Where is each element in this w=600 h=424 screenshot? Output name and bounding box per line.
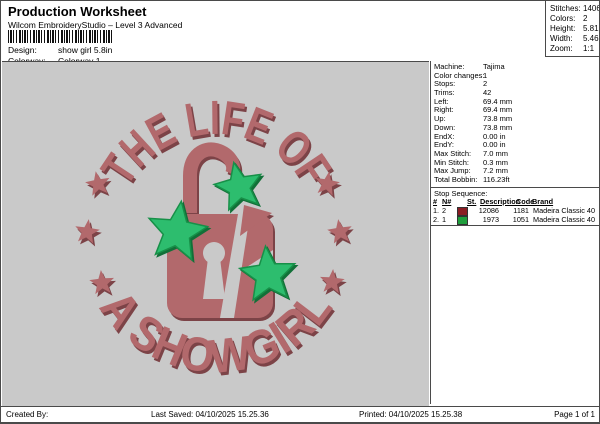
- machine-info-panel: Machine: Tajima Color changes: 1 Stops: 2 T…: [430, 61, 599, 404]
- stat-label: Zoom:: [550, 44, 573, 53]
- machine-label: Total Bobbin:: [434, 174, 478, 184]
- machine-label: Trims:: [434, 88, 455, 98]
- panel-divider: [431, 186, 599, 188]
- col-header-stitches: St.: [467, 196, 477, 206]
- machine-row: Color changes: 1: [434, 70, 599, 81]
- machine-value: 116.23ft: [483, 174, 510, 184]
- stat-label: Stitches:: [550, 4, 581, 13]
- stat-label: Width:: [550, 34, 573, 43]
- small-star-icon: [327, 219, 352, 244]
- small-star-icon: [85, 171, 110, 196]
- page-number-label: Page 1 of 1: [554, 410, 595, 419]
- page-title: Production Worksheet: [8, 4, 147, 19]
- stat-height: Height: 5.81 in: [550, 24, 599, 34]
- col-header-needle: N#: [442, 196, 452, 206]
- arc-text-top: THE LIFE OF: [92, 92, 340, 194]
- embroidery-artwork: THE LIFE OF A SHOWGIRL: [75, 92, 352, 384]
- design-label: Design:: [8, 45, 37, 55]
- machine-row: Up: 73.8 mm: [434, 114, 599, 124]
- design-value: show girl 5.8in: [58, 45, 113, 55]
- stat-value: 5.81 in: [583, 24, 599, 33]
- machine-row: Total Bobbin: 116.23ft: [434, 174, 599, 185]
- green-star-icon: [212, 160, 263, 212]
- stat-value: 2: [583, 14, 588, 23]
- production-worksheet-page: Production Worksheet Wilcom EmbroiderySt…: [0, 0, 600, 424]
- stop-row-num: 1.: [433, 205, 440, 215]
- stat-zoom: Zoom: 1:1: [550, 44, 599, 54]
- stat-colors: Colors: 2: [550, 14, 599, 24]
- col-header-num: #: [433, 196, 438, 206]
- machine-label: Left:: [434, 96, 449, 106]
- machine-row: Stops: 2: [434, 80, 599, 89]
- stop-row-brand: Madeira Classic 40: [533, 214, 596, 224]
- stat-stitches: Stitches:14061: [550, 4, 599, 14]
- stop-row-stitches: 1973: [482, 214, 499, 224]
- design-canvas: THE LIFE OF A SHOWGIRL: [2, 61, 429, 407]
- machine-label: Max Jump:: [434, 166, 471, 176]
- machine-label: Right:: [434, 105, 454, 115]
- stat-width: Width: 5.46 in: [550, 34, 599, 44]
- machine-label: Max Stitch:: [434, 148, 472, 158]
- stop-row-needle: 1: [442, 214, 447, 224]
- red-thread-layer: THE LIFE OF A SHOWGIRL: [75, 92, 352, 384]
- stat-value: 5.46 in: [583, 34, 599, 43]
- created-by-label: Created By:: [6, 410, 49, 419]
- stop-sequence-table: # N# St. Description Code Brand 1. 2 120…: [431, 196, 599, 226]
- small-star-icon: [320, 269, 345, 294]
- stop-row-needle: 2: [442, 205, 447, 215]
- machine-row: EndX: 0.00 in: [434, 131, 599, 142]
- col-header-description: Description: [480, 196, 521, 206]
- stop-row-code: 1181: [513, 205, 529, 215]
- stop-row-brand: Madeira Classic 40: [533, 205, 596, 215]
- machine-label: Min Stitch:: [434, 157, 470, 167]
- machine-row: Right: 69.4 mm: [434, 106, 599, 115]
- col-header-brand: Brand: [532, 196, 554, 206]
- last-saved-label: Last Saved: 04/10/2025 15.25.36: [151, 410, 269, 419]
- stop-row-num: 2.: [433, 214, 440, 224]
- printed-label: Printed: 04/10/2025 15.25.38: [359, 410, 463, 419]
- design-row: Design: show girl 5.8in: [8, 45, 112, 55]
- stop-row-stitches: 12086: [478, 205, 499, 215]
- stat-label: Height:: [550, 24, 576, 33]
- machine-label: EndX:: [434, 131, 455, 141]
- stat-value: 14061: [583, 4, 599, 13]
- machine-row: Down: 73.8 mm: [434, 122, 599, 133]
- stat-label: Colors:: [550, 14, 576, 23]
- small-star-icon: [75, 219, 100, 244]
- machine-label: EndY:: [434, 140, 455, 150]
- stat-value: 1:1: [583, 44, 595, 53]
- machine-label: Down:: [434, 122, 456, 132]
- machine-label: Stops:: [434, 79, 456, 89]
- barcode-icon: [8, 30, 114, 43]
- machine-row: Left: 69.4 mm: [434, 96, 599, 107]
- stop-row-code: 1051: [512, 214, 529, 224]
- machine-label: Up:: [434, 114, 446, 124]
- footer-bar: Created By: Last Saved: 04/10/2025 15.25…: [1, 406, 599, 423]
- machine-row: Trims: 42: [434, 88, 599, 98]
- machine-label: Color changes:: [434, 70, 485, 80]
- machine-label: Machine:: [434, 62, 465, 71]
- software-subtitle: Wilcom EmbroideryStudio – Level 3 Advanc…: [8, 20, 183, 30]
- stats-box: Stitches:14061 Colors: 2 Height: 5.81 in W…: [545, 1, 599, 57]
- table-bottom-line: [431, 224, 599, 226]
- small-star-icon: [89, 270, 114, 295]
